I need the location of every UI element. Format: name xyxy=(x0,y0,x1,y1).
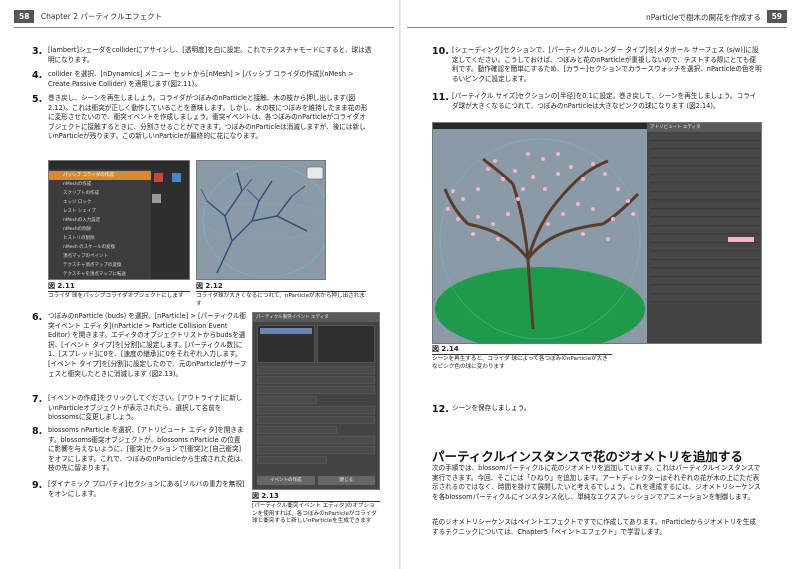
event-editor-buttons: イベントの作成 閉じる xyxy=(257,476,375,485)
object-list-selected-buds[interactable] xyxy=(260,328,312,334)
event-editor-lists xyxy=(257,325,375,363)
section-title: パーティクルインスタンスで花のジオメトリを追加する xyxy=(432,449,743,464)
event-option-row[interactable] xyxy=(257,426,337,434)
body-paragraph-2: 花のジオメトリシーケンスはペイントエフェクトですでに作成してあります。nPart… xyxy=(432,518,756,536)
step-5: 5. 巻き戻し、シーンを再生しましょう。コライダがつぼみのnParticleと接… xyxy=(32,94,368,141)
figure-2-14-screenshot: アトリビュート エディタ xyxy=(432,122,762,344)
attribute-row[interactable] xyxy=(650,176,760,183)
event-list[interactable] xyxy=(317,325,375,363)
step-10: 10. [シェーディング]セクションで、[パーティクルのレンダー タイプ]を[メ… xyxy=(432,46,762,83)
step-7: 7. [イベントの作成]をクリックしてください。[アウトライナ]に新しいnPar… xyxy=(32,394,243,422)
attribute-row[interactable] xyxy=(650,210,760,217)
step-12: 12. シーンを保存しましょう。 xyxy=(432,404,531,415)
attribute-row[interactable] xyxy=(650,218,760,226)
figure-2-11-caption: 図 2.11 コライダ 球をパッシブコライダオブジェクトにします xyxy=(48,282,190,301)
tool-icon[interactable] xyxy=(152,194,161,203)
attribute-row[interactable] xyxy=(650,201,760,209)
attribute-row[interactable] xyxy=(650,184,760,192)
step-11: 11. [パーティクル サイズ]セクションの[半径]を0.1に設定。巻き戻して、… xyxy=(432,92,757,110)
figure-2-13-caption: 図 2.13 [パーティクル衝突イベント エディタ]のオプションを使用すれば、各… xyxy=(252,492,380,526)
event-option-row[interactable] xyxy=(257,386,375,394)
viewport-panel xyxy=(433,129,647,343)
attribute-row[interactable] xyxy=(650,252,760,260)
book-spread: 58 Chapter 2 パーティクルエフェクト 3. [lambert]シェー… xyxy=(0,0,800,569)
attribute-row[interactable] xyxy=(650,133,760,141)
right-page-number: 59 xyxy=(766,10,787,23)
right-header-title: nParticleで樹木の開花を作成する xyxy=(646,13,761,22)
figure-2-12-caption: 図 2.12 コライダ球が大きくなるにつれて、nParticleが木から押し出さ… xyxy=(196,282,366,307)
blossom-tree-render xyxy=(435,138,645,343)
attribute-row[interactable] xyxy=(650,244,760,251)
color-attribute-row[interactable] xyxy=(650,235,760,243)
attribute-editor-panel: アトリビュート エディタ xyxy=(647,123,761,343)
step-8: 8. blossoms nParticle を選択、[アトリビュート エディタ]… xyxy=(32,426,247,473)
event-option-row[interactable] xyxy=(257,406,375,414)
event-option-row[interactable] xyxy=(257,416,375,424)
figure-2-14-caption: 図 2.14 シーンを再生すると、コライダ 球によって各つぼみのnParticl… xyxy=(432,345,612,371)
left-running-head: 58 Chapter 2 パーティクルエフェクト xyxy=(14,10,394,28)
event-option-row[interactable] xyxy=(257,436,375,444)
figure-2-11-screenshot: パッシブ コライダの作成 nMeshの作成 スクリプトの作成 エッジ ロック レ… xyxy=(48,160,190,280)
create-event-button[interactable]: イベントの作成 xyxy=(257,476,315,485)
right-running-head: nParticleで樹木の開花を作成する 59 xyxy=(407,10,787,28)
body-paragraph-1: 次の手順では、blossomパーティクルに花のジオメトリを追加しています。これは… xyxy=(432,464,761,501)
step-3: 3. [lambert]シェーダをcolliderにアサインし、[透明度]を白に… xyxy=(32,46,372,64)
pink-color-swatch[interactable] xyxy=(728,236,754,242)
attribute-row[interactable] xyxy=(650,286,760,294)
chapter-header: Chapter 2 パーティクルエフェクト xyxy=(40,12,163,21)
step-4: 4. collider を選択、[nDynamics] メニュー セットから[n… xyxy=(32,70,354,88)
event-editor-titlebar: パーティクル衝突イベント エディタ xyxy=(253,313,379,322)
maya-menubar xyxy=(49,161,189,169)
attribute-row[interactable] xyxy=(650,167,760,175)
figure-2-12-screenshot xyxy=(196,160,326,280)
event-option-row[interactable] xyxy=(257,396,317,404)
attribute-row[interactable] xyxy=(650,142,760,149)
attribute-row[interactable] xyxy=(650,159,760,166)
attribute-row[interactable] xyxy=(650,269,760,277)
maya-toolbox-panel xyxy=(151,169,189,279)
step-9: 9. [ダイナミック プロパティ]セクションにある[ソルバの重力を無視]をオンに… xyxy=(32,480,245,498)
attribute-row[interactable] xyxy=(650,150,760,158)
tree-viewport-illustration xyxy=(200,164,325,278)
attribute-row[interactable] xyxy=(650,295,760,302)
figure-2-13-screenshot: パーティクル衝突イベント エディタ イベントの作成 閉じる xyxy=(252,312,380,490)
step-6: 6. つぼみのnParticle (buds) を選択、[nParticle] … xyxy=(32,312,247,378)
right-header-rule xyxy=(407,27,787,28)
page-gutter xyxy=(399,0,401,569)
object-list[interactable] xyxy=(257,325,315,363)
attribute-row[interactable] xyxy=(650,261,760,268)
close-button[interactable]: 閉じる xyxy=(317,476,375,485)
event-option-row[interactable] xyxy=(257,366,375,374)
attribute-row[interactable] xyxy=(650,193,760,200)
event-option-row[interactable] xyxy=(257,446,375,454)
left-page-number: 58 xyxy=(14,10,35,23)
attribute-row[interactable] xyxy=(650,278,760,285)
event-option-row[interactable] xyxy=(257,456,327,464)
event-option-row[interactable] xyxy=(257,376,375,384)
attribute-row[interactable] xyxy=(650,227,760,234)
attribute-editor-title: アトリビュート エディタ xyxy=(647,123,761,132)
left-header-rule xyxy=(14,27,394,28)
tool-icon[interactable] xyxy=(172,173,182,182)
tool-icon[interactable] xyxy=(154,173,163,182)
